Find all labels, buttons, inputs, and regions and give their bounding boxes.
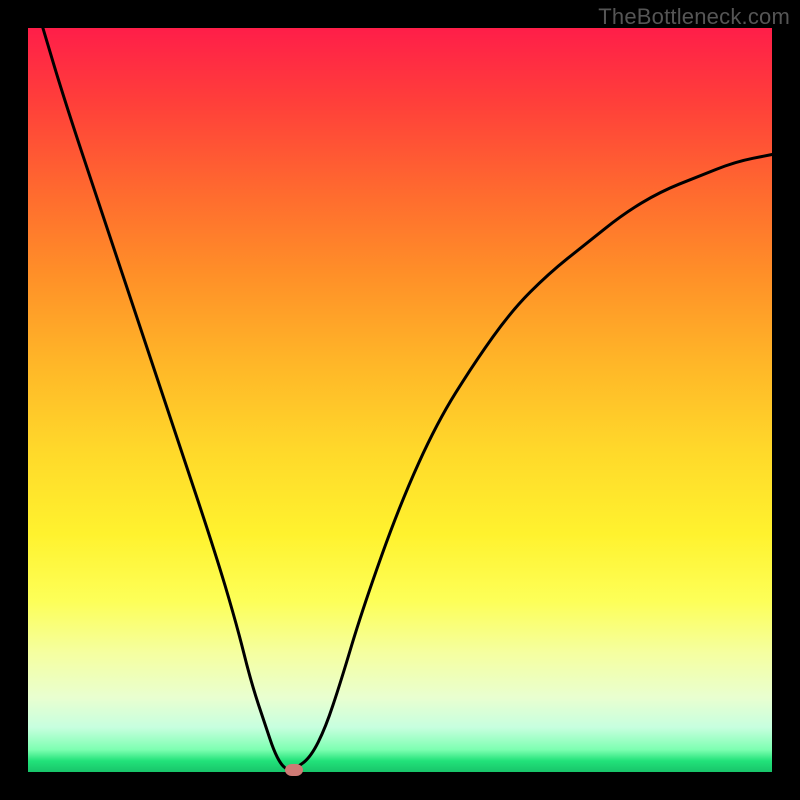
curve-line: [43, 28, 772, 770]
curve-svg: [28, 28, 772, 772]
plot-area: [28, 28, 772, 772]
min-point-marker: [285, 764, 303, 776]
chart-frame: TheBottleneck.com: [0, 0, 800, 800]
watermark-text: TheBottleneck.com: [598, 4, 790, 30]
